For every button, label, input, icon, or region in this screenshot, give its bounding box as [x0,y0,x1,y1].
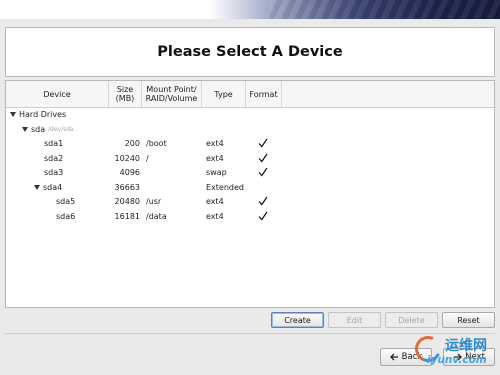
device-name: sda2 [44,153,64,163]
column-header-type[interactable]: Type [202,81,246,107]
watermark: 运维网 iyunv.com [411,332,500,375]
triangle-down-icon[interactable] [10,112,16,117]
device-size: 36663 [114,182,140,192]
checkmark-icon[interactable] [258,153,268,163]
tree-row[interactable]: sda6 16181/data ext4 [6,210,494,224]
delete-button[interactable]: Delete [385,312,438,328]
device-size: 10240 [114,153,140,163]
reset-button[interactable]: Reset [442,312,495,328]
device-tree-panel[interactable]: Device Size (MB) Mount Point/RAID/Volume … [5,80,495,308]
triangle-down-icon[interactable] [34,184,40,190]
watermark-name: 运维网 [445,338,487,354]
triangle-down-icon[interactable] [22,126,28,132]
tree-row[interactable]: sda2 10240 / ext4 [6,152,494,166]
banner-stripes [270,0,500,19]
filesystem-type: ext4 [206,197,224,206]
arrow-left-icon [389,353,398,361]
mount-point: /boot [146,139,167,148]
device-path: /dev/sda [48,125,74,133]
checkmark-icon[interactable] [258,196,268,206]
tree-row[interactable]: sda3 4096 swap [6,166,494,180]
tree-row[interactable]: sda4 36663 Extended [6,181,494,195]
column-header-device[interactable]: Device [6,81,109,107]
device-size: 16181 [114,211,140,221]
device-name: sda1 [44,139,64,148]
tree-row[interactable]: sda5 20480/usr ext4 [6,195,494,209]
device-name: sda5 [56,197,76,206]
device-name: sda3 [44,168,64,177]
checkmark-icon[interactable] [258,167,268,177]
column-header-format[interactable]: Format [246,81,282,107]
filesystem-type: swap [206,168,227,177]
tree-row[interactable]: sda1 200/boot ext4 [6,137,494,151]
mount-point: /data [146,211,167,221]
device-name: sda4 [43,182,63,192]
device-name: Hard Drives [19,110,67,119]
page-title: Please Select A Device [157,44,343,60]
device-size: 200 [124,139,140,148]
device-name: sda6 [56,211,76,221]
column-header-mount-point[interactable]: Mount Point/RAID/Volume [142,81,202,107]
mount-point: / [146,153,149,163]
mount-point: /usr [146,197,162,206]
title-panel: Please Select A Device [5,27,495,77]
tree-row[interactable]: Hard Drives [6,108,494,122]
watermark-url: iyunv.com [427,354,487,366]
edit-button[interactable]: Edit [328,312,381,328]
tree-row[interactable]: sda/dev/sda [6,123,494,137]
top-banner [0,0,500,19]
checkmark-icon[interactable] [258,138,268,148]
column-header-size[interactable]: Size (MB) [109,81,142,107]
column-header-row: Device Size (MB) Mount Point/RAID/Volume … [6,81,494,108]
filesystem-type: ext4 [206,211,224,221]
create-button[interactable]: Create [271,312,324,328]
filesystem-type: Extended [206,182,244,192]
checkmark-icon[interactable] [258,211,268,221]
device-size: 20480 [114,197,140,206]
device-name: sda [31,124,46,134]
device-size: 4096 [119,168,140,177]
filesystem-type: ext4 [206,153,224,163]
filesystem-type: ext4 [206,139,224,148]
